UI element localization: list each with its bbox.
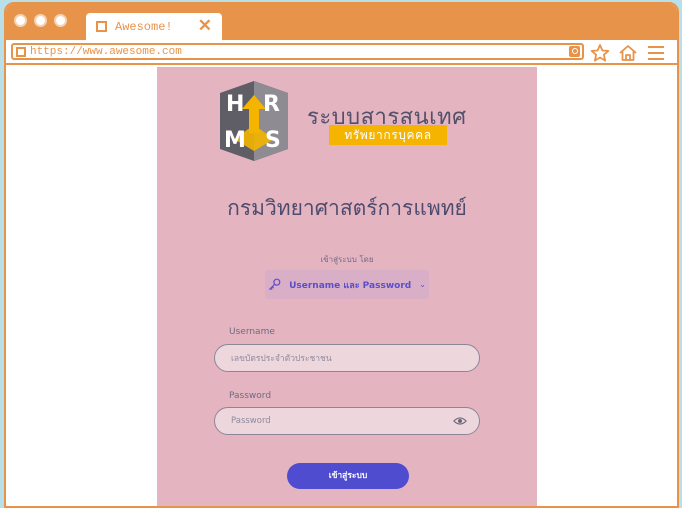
svg-text:S: S bbox=[265, 128, 281, 153]
system-subtitle-badge: ทรัพยากรบุคคล bbox=[329, 125, 447, 145]
window-maximize-dot[interactable] bbox=[54, 14, 67, 27]
window-minimize-dot[interactable] bbox=[34, 14, 47, 27]
login-method-dropdown[interactable]: Username และ Password ⌄ bbox=[265, 270, 429, 299]
hrms-logo: H R M S bbox=[220, 81, 288, 161]
department-title: กรมวิทยาศาสตร์การแพทย์ bbox=[227, 196, 467, 220]
tab-favicon-icon bbox=[96, 21, 107, 32]
password-input[interactable]: Password bbox=[214, 407, 480, 435]
svg-text:M: M bbox=[224, 128, 246, 153]
password-placeholder: Password bbox=[231, 416, 271, 426]
svg-text:H: H bbox=[226, 92, 244, 117]
username-label: Username bbox=[229, 327, 275, 337]
star-icon[interactable] bbox=[590, 43, 610, 63]
page-icon bbox=[16, 46, 26, 57]
chevron-down-icon: ⌄ bbox=[419, 280, 426, 289]
address-row: https://www.awesome.com bbox=[6, 40, 677, 65]
svg-text:R: R bbox=[263, 92, 280, 117]
browser-tab[interactable]: Awesome! ✕ bbox=[86, 13, 222, 40]
title-bar: Awesome! ✕ bbox=[6, 4, 677, 40]
menu-icon[interactable] bbox=[646, 43, 666, 63]
home-icon[interactable] bbox=[618, 43, 638, 63]
username-placeholder: เลขบัตรประจำตัวประชาชน bbox=[231, 354, 332, 364]
login-panel: H R M S ระบบสารสนเทศ ทรัพยากรบุคคล กรมวิ… bbox=[157, 67, 537, 506]
key-icon bbox=[269, 278, 281, 291]
window-close-dot[interactable] bbox=[14, 14, 27, 27]
page-content: H R M S ระบบสารสนเทศ ทรัพยากรบุคคล กรมวิ… bbox=[6, 67, 677, 506]
username-input[interactable]: เลขบัตรประจำตัวประชาชน bbox=[214, 344, 480, 372]
password-label: Password bbox=[229, 391, 272, 401]
show-password-eye-icon[interactable] bbox=[453, 415, 467, 427]
url-text[interactable]: https://www.awesome.com bbox=[30, 46, 182, 58]
login-method-label: Username และ Password bbox=[289, 280, 412, 291]
tab-title: Awesome! bbox=[115, 19, 173, 34]
login-by-label: เข้าสู่ระบบ โดย bbox=[320, 255, 374, 264]
login-submit-button[interactable]: เข้าสู่ระบบ bbox=[287, 463, 409, 489]
address-bar[interactable]: https://www.awesome.com bbox=[11, 43, 584, 60]
browser-window: Awesome! ✕ https://www.awesome.com H R M… bbox=[4, 2, 679, 508]
tab-close-icon[interactable]: ✕ bbox=[198, 16, 212, 36]
search-go-icon[interactable] bbox=[569, 46, 580, 57]
